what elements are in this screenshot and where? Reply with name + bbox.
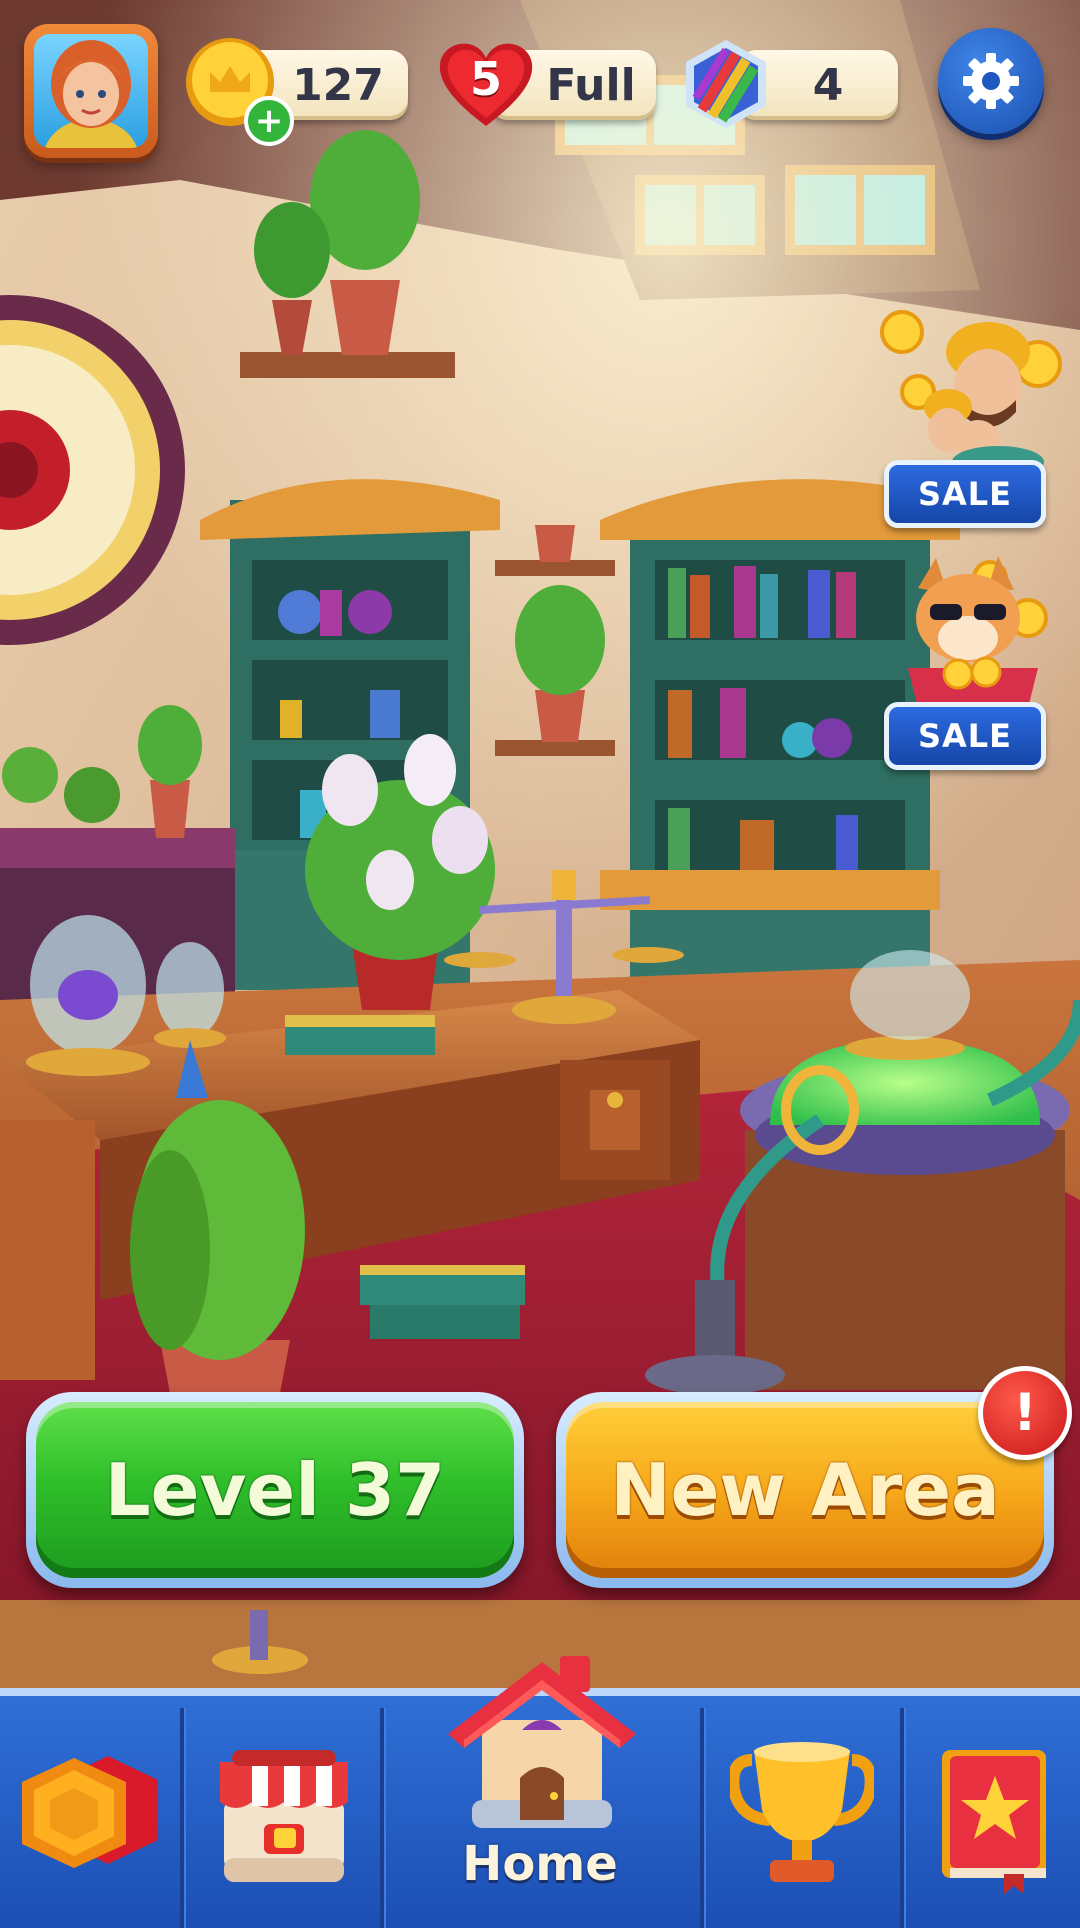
player-avatar bbox=[34, 34, 148, 148]
shop-icon bbox=[220, 1750, 348, 1882]
dog-coin-cart-offer-icon bbox=[908, 556, 1048, 708]
sale-offer-builders[interactable]: SALE bbox=[878, 292, 1068, 532]
plus-icon: + bbox=[254, 101, 284, 141]
star-book-icon bbox=[942, 1750, 1046, 1894]
play-level-button[interactable]: Level 37 bbox=[26, 1392, 524, 1588]
gear-icon bbox=[963, 53, 1019, 109]
nav-item-pieces[interactable] bbox=[0, 1700, 180, 1920]
hexagon-pieces-icon bbox=[22, 1756, 158, 1868]
builder-family-offer-icon bbox=[880, 310, 1062, 472]
home-label: Home bbox=[462, 1836, 618, 1892]
rainbow-hexagon-icon bbox=[678, 36, 774, 132]
new-area-alert-badge: ! bbox=[978, 1366, 1072, 1460]
boosters-value: 4 bbox=[812, 59, 844, 111]
home-icon bbox=[448, 1656, 636, 1828]
level-label: Level 37 bbox=[36, 1402, 514, 1578]
add-coins-button[interactable]: + bbox=[244, 96, 294, 146]
lives-status: Full bbox=[546, 59, 636, 111]
sale-offer-dog[interactable]: SALE bbox=[878, 548, 1068, 778]
sale-badge: SALE bbox=[884, 702, 1046, 770]
avatar-portrait-icon bbox=[44, 40, 138, 148]
alchemy-room-background bbox=[0, 0, 1080, 1920]
coins-value: 127 bbox=[292, 59, 384, 111]
player-avatar-button[interactable] bbox=[24, 24, 158, 158]
nav-item-shop[interactable] bbox=[184, 1700, 380, 1920]
room-scene bbox=[0, 0, 1080, 1920]
sale-badge: SALE bbox=[884, 460, 1046, 528]
lives-value: 5 bbox=[469, 52, 502, 106]
settings-button[interactable] bbox=[938, 28, 1044, 134]
trophy-icon bbox=[730, 1742, 874, 1882]
new-area-label: New Area bbox=[566, 1402, 1044, 1578]
nav-item-collection[interactable] bbox=[904, 1700, 1080, 1920]
nav-item-leaderboard[interactable] bbox=[704, 1700, 900, 1920]
